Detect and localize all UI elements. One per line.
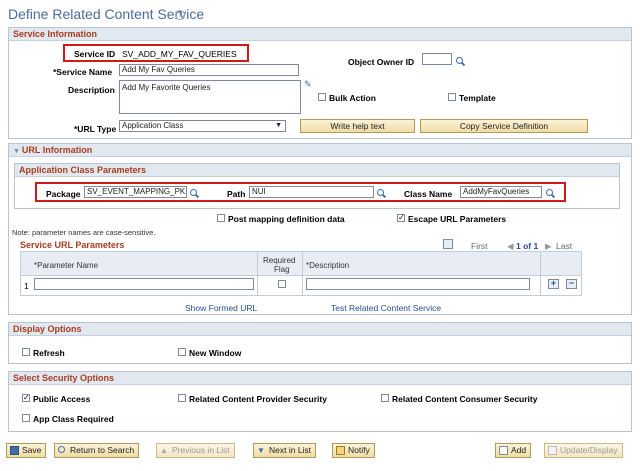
required-flag-checkbox[interactable] bbox=[278, 280, 286, 288]
provider-security-label: Related Content Provider Security bbox=[189, 394, 327, 404]
package-lookup-icon[interactable] bbox=[189, 188, 199, 198]
update-display-icon bbox=[548, 446, 557, 455]
save-button[interactable]: Save bbox=[6, 443, 47, 458]
app-class-required-checkbox[interactable] bbox=[22, 414, 30, 422]
template-label: Template bbox=[459, 93, 496, 103]
notify-button[interactable]: Notify bbox=[332, 443, 375, 458]
escape-url-label: Escape URL Parameters bbox=[408, 214, 507, 224]
app-class-required-label: App Class Required bbox=[33, 414, 114, 424]
service-url-params-header: Service URL Parameters bbox=[20, 240, 125, 250]
app-class-params-header: Application Class Parameters bbox=[15, 164, 619, 177]
bulk-action-checkbox[interactable] bbox=[318, 93, 326, 101]
url-type-select[interactable]: Application Class ▼ bbox=[119, 120, 286, 132]
first-link[interactable]: First bbox=[471, 241, 488, 251]
notify-label: Notify bbox=[348, 445, 370, 455]
object-owner-input[interactable] bbox=[422, 53, 452, 65]
class-name-input[interactable]: AddMyFavQueries bbox=[460, 186, 542, 198]
col-required-2: Flag bbox=[274, 265, 290, 274]
object-owner-lookup-icon[interactable] bbox=[455, 56, 465, 66]
parameter-name-input[interactable] bbox=[34, 278, 254, 290]
new-window-checkbox[interactable] bbox=[178, 348, 186, 356]
search-icon bbox=[58, 446, 65, 453]
post-mapping-label: Post mapping definition data bbox=[228, 214, 345, 224]
write-help-text-button[interactable]: Write help text bbox=[300, 119, 415, 133]
col-parameter-name: *Parameter Name bbox=[34, 261, 99, 270]
post-mapping-checkbox[interactable] bbox=[217, 214, 225, 222]
previous-in-list-label: Previous in List bbox=[172, 445, 230, 455]
refresh-label: Refresh bbox=[33, 348, 65, 358]
up-arrow-icon: ▲ bbox=[160, 446, 168, 455]
security-options-header: Select Security Options bbox=[9, 372, 631, 385]
show-formed-url-link[interactable]: Show Formed URL bbox=[185, 303, 257, 313]
package-label: Package bbox=[46, 189, 81, 199]
notify-icon bbox=[336, 446, 345, 455]
spellcheck-icon[interactable]: ✎ bbox=[304, 80, 313, 90]
new-window-label: New Window bbox=[189, 348, 242, 358]
collapse-icon[interactable]: ▼ bbox=[13, 148, 22, 155]
description-label: Description bbox=[68, 85, 115, 95]
update-display-button[interactable]: Update/Display bbox=[544, 443, 623, 458]
grid-view-icon[interactable] bbox=[443, 239, 453, 249]
next-in-list-button[interactable]: ▼ Next in List bbox=[253, 443, 317, 458]
chevron-down-icon: ▼ bbox=[275, 122, 282, 129]
refresh-checkbox[interactable] bbox=[22, 348, 30, 356]
service-name-input[interactable]: Add My Fav Queries bbox=[119, 64, 299, 76]
param-description-input[interactable] bbox=[306, 278, 530, 290]
delete-row-icon[interactable]: − bbox=[566, 279, 577, 289]
public-access-label: Public Access bbox=[33, 394, 91, 404]
package-input[interactable]: SV_EVENT_MAPPING_PK bbox=[84, 186, 187, 198]
case-sensitive-note: Note: parameter names are case-sensitive… bbox=[12, 228, 156, 237]
class-name-lookup-icon[interactable] bbox=[545, 188, 555, 198]
previous-in-list-button[interactable]: ▲ Previous in List bbox=[156, 443, 235, 458]
consumer-security-label: Related Content Consumer Security bbox=[392, 394, 538, 404]
add-icon bbox=[499, 446, 508, 455]
return-to-search-button[interactable]: Return to Search bbox=[54, 443, 140, 458]
escape-url-checkbox[interactable]: ✓ bbox=[397, 214, 405, 222]
path-lookup-icon[interactable] bbox=[376, 188, 386, 198]
path-label: Path bbox=[227, 189, 246, 199]
service-id-value: SV_ADD_MY_FAV_QUERIES bbox=[122, 49, 237, 59]
update-display-label: Update/Display bbox=[560, 445, 618, 455]
service-information-header: Service Information bbox=[9, 28, 631, 41]
consumer-security-checkbox[interactable] bbox=[381, 394, 389, 402]
description-textarea[interactable]: Add My Favorite Queries bbox=[119, 80, 301, 114]
last-link[interactable]: Last bbox=[556, 241, 572, 251]
bulk-action-label: Bulk Action bbox=[329, 93, 376, 103]
save-label: Save bbox=[22, 445, 42, 455]
service-name-label: *Service Name bbox=[53, 67, 113, 77]
help-icon[interactable]: ? bbox=[175, 10, 185, 20]
add-button[interactable]: Add bbox=[495, 443, 532, 458]
display-options-header: Display Options bbox=[9, 323, 631, 336]
row-number: 1 bbox=[24, 281, 29, 291]
col-description: *Description bbox=[306, 261, 350, 270]
save-icon bbox=[10, 446, 19, 455]
down-arrow-icon: ▼ bbox=[257, 446, 265, 455]
object-owner-label: Object Owner ID bbox=[348, 57, 415, 67]
grid-header-row bbox=[20, 251, 582, 276]
page-info: 1 of 1 bbox=[516, 241, 539, 251]
path-input[interactable]: NUI bbox=[249, 186, 374, 198]
provider-security-checkbox[interactable] bbox=[178, 394, 186, 402]
url-information-title: URL Information bbox=[21, 145, 93, 155]
public-access-checkbox[interactable]: ✓ bbox=[22, 394, 30, 402]
return-to-search-label: Return to Search bbox=[70, 445, 135, 455]
url-type-value: Application Class bbox=[122, 121, 184, 130]
col-required-1: Required bbox=[263, 256, 296, 265]
test-service-link[interactable]: Test Related Content Service bbox=[331, 303, 441, 313]
add-row-icon[interactable]: + bbox=[548, 279, 559, 289]
display-options-section: Display Options bbox=[8, 322, 632, 364]
service-id-label: Service ID bbox=[74, 49, 116, 59]
url-information-header: ▼ URL Information bbox=[9, 144, 631, 157]
class-name-label: Class Name bbox=[404, 189, 453, 199]
next-in-list-label: Next in List bbox=[269, 445, 312, 455]
template-checkbox[interactable] bbox=[448, 93, 456, 101]
url-type-label: *URL Type bbox=[74, 124, 117, 134]
copy-service-definition-button[interactable]: Copy Service Definition bbox=[420, 119, 588, 133]
add-label: Add bbox=[511, 445, 527, 455]
